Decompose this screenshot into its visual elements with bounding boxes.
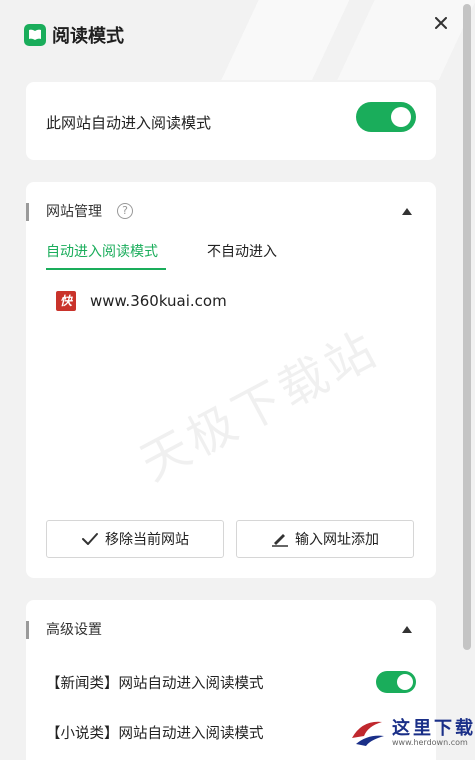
help-icon[interactable]: ?	[117, 203, 133, 219]
toggle-knob	[397, 674, 413, 690]
page-title: 阅读模式	[52, 26, 124, 47]
book-icon	[24, 24, 46, 46]
section-marker	[26, 621, 29, 639]
brand-text: 这里下载	[392, 718, 475, 739]
site-management-title: 网站管理	[46, 204, 102, 220]
scrollbar[interactable]	[461, 0, 473, 754]
section-marker	[26, 203, 29, 221]
pencil-icon	[272, 534, 288, 547]
watermark: 天极下载站	[131, 320, 388, 493]
add-site-button[interactable]: 输入网址添加	[236, 520, 414, 558]
auto-mode-label: 此网站自动进入阅读模式	[46, 114, 212, 132]
site-favicon: 快	[56, 291, 76, 311]
close-icon	[435, 17, 447, 29]
remove-site-button[interactable]: 移除当前网站	[46, 520, 224, 558]
panel-header: 阅读模式	[24, 22, 124, 48]
toggle-knob	[391, 107, 411, 127]
brand-url: www.herdown.com	[392, 738, 468, 747]
header-decoration	[150, 0, 475, 80]
advanced-settings-header: 高级设置	[26, 620, 436, 640]
tab-auto-enter[interactable]: 自动进入阅读模式	[46, 242, 158, 262]
brand-watermark: 这里下载 www.herdown.com	[348, 712, 473, 752]
site-management-card: 网站管理 ? 自动进入阅读模式 不自动进入 快 www.360kuai.com …	[26, 182, 436, 578]
list-item[interactable]: 快 www.360kuai.com	[56, 290, 227, 312]
auto-mode-toggle[interactable]	[356, 102, 416, 132]
close-button[interactable]	[430, 12, 452, 34]
site-management-header: 网站管理 ?	[26, 202, 436, 222]
auto-mode-card: 此网站自动进入阅读模式	[26, 82, 436, 160]
check-icon	[82, 533, 98, 545]
news-auto-mode-toggle[interactable]	[376, 671, 416, 693]
tab-no-auto-enter[interactable]: 不自动进入	[207, 242, 277, 262]
collapse-caret-icon[interactable]	[402, 208, 412, 215]
advanced-settings-title: 高级设置	[46, 622, 102, 638]
novel-auto-mode-label: 【小说类】网站自动进入阅读模式	[46, 726, 264, 742]
add-site-label: 输入网址添加	[295, 532, 379, 548]
scrollbar-thumb[interactable]	[463, 4, 471, 650]
collapse-caret-icon[interactable]	[402, 626, 412, 633]
brand-logo-icon	[352, 721, 384, 746]
news-auto-mode-label: 【新闻类】网站自动进入阅读模式	[46, 676, 264, 692]
active-tab-indicator	[46, 268, 166, 270]
site-url: www.360kuai.com	[90, 292, 227, 310]
remove-site-label: 移除当前网站	[105, 532, 189, 548]
